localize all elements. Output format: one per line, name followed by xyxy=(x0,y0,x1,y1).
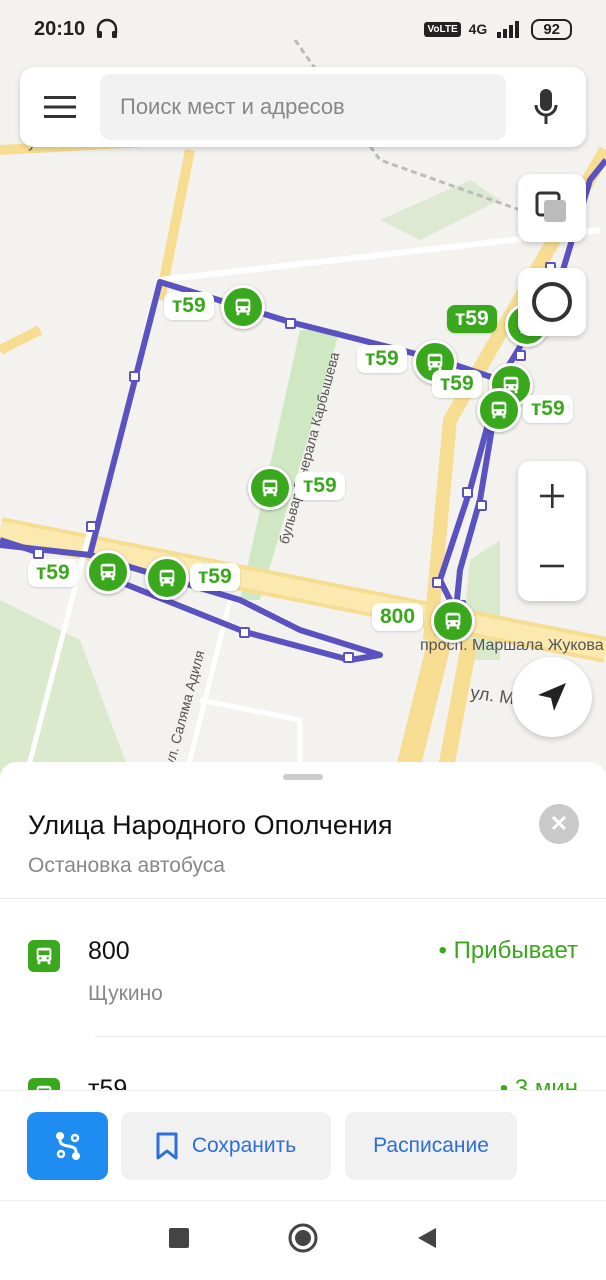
save-button[interactable]: Сохранить xyxy=(121,1112,331,1180)
home-button[interactable] xyxy=(287,1222,319,1259)
alice-button[interactable] xyxy=(518,268,586,336)
stop-dot[interactable] xyxy=(239,627,250,638)
bus-icon xyxy=(235,298,251,316)
stop-dot[interactable] xyxy=(129,371,140,382)
route-label[interactable]: 800 xyxy=(372,603,424,631)
arrival-row[interactable]: 800 Щукино • Прибывает xyxy=(0,932,606,1052)
zoom-in-button[interactable] xyxy=(518,461,586,531)
bus-marker[interactable] xyxy=(431,599,475,643)
home-circle-icon xyxy=(288,1223,318,1253)
layers-icon xyxy=(535,191,566,222)
my-location-button[interactable] xyxy=(512,657,592,737)
stop-title: Улица Народного Ополчения xyxy=(28,810,393,840)
stop-dot[interactable] xyxy=(343,652,354,663)
bus-icon xyxy=(491,401,507,419)
bus-marker[interactable] xyxy=(145,556,189,600)
status-bar: 20:10 VoLTE 4G 92 xyxy=(0,0,606,58)
recents-button[interactable] xyxy=(168,1227,190,1254)
zoom-out-button[interactable] xyxy=(518,531,586,601)
stop-subtitle: Остановка автобуса xyxy=(28,854,225,877)
back-triangle-icon xyxy=(417,1228,436,1248)
bus-marker[interactable] xyxy=(86,550,130,594)
route-destination: Щукино xyxy=(88,982,163,1005)
plus-icon xyxy=(540,484,564,508)
close-icon: ✕ xyxy=(549,811,569,836)
microphone-icon xyxy=(534,89,558,124)
stop-dot[interactable] xyxy=(33,548,44,559)
signal-icon xyxy=(497,21,520,38)
divider xyxy=(95,1036,606,1037)
bus-marker[interactable] xyxy=(477,388,521,432)
minus-icon xyxy=(540,564,564,568)
search-input[interactable]: Поиск мест и адресов xyxy=(100,74,506,140)
bus-marker[interactable] xyxy=(248,466,292,510)
route-label[interactable]: т59 xyxy=(357,345,407,373)
stop-dot[interactable] xyxy=(462,487,473,498)
route-icon xyxy=(55,1132,80,1160)
voice-search-button[interactable] xyxy=(506,89,586,125)
stop-dot[interactable] xyxy=(476,500,487,511)
headphones-icon xyxy=(96,18,118,38)
arrival-eta: • Прибывает xyxy=(438,937,578,964)
stop-dot[interactable] xyxy=(285,318,296,329)
bus-icon xyxy=(28,940,60,972)
square-icon xyxy=(169,1228,190,1248)
divider xyxy=(0,898,606,899)
layers-button[interactable] xyxy=(518,174,586,242)
bookmark-icon xyxy=(156,1132,178,1160)
route-label[interactable]: т59 xyxy=(432,370,482,398)
schedule-button[interactable]: Расписание xyxy=(345,1112,517,1180)
zoom-controls xyxy=(518,461,586,601)
search-bar: Поиск мест и адресов xyxy=(20,67,586,147)
schedule-label: Расписание xyxy=(373,1134,489,1157)
stop-dot[interactable] xyxy=(432,577,443,588)
save-label: Сохранить xyxy=(191,1134,297,1157)
battery-indicator: 92 xyxy=(531,18,572,40)
system-nav-bar xyxy=(0,1200,606,1280)
close-button[interactable]: ✕ xyxy=(539,804,579,844)
route-label[interactable]: т59 xyxy=(295,472,345,500)
bus-icon xyxy=(100,563,116,581)
route-label[interactable]: т59 xyxy=(523,395,573,423)
navigation-arrow-icon xyxy=(538,683,566,711)
route-label[interactable]: т59 xyxy=(447,305,497,333)
sheet-grabber[interactable] xyxy=(283,774,323,780)
network-type: 4G xyxy=(468,21,488,37)
volte-icon: VoLTE xyxy=(424,21,461,37)
back-button[interactable] xyxy=(416,1226,438,1255)
status-time: 20:10 xyxy=(34,17,86,40)
route-label[interactable]: т59 xyxy=(190,563,240,591)
hamburger-icon xyxy=(44,96,76,118)
stop-dot[interactable] xyxy=(86,521,97,532)
bus-icon xyxy=(445,612,461,630)
bus-icon xyxy=(159,569,175,587)
stop-dot[interactable] xyxy=(515,350,526,361)
action-bar: Сохранить Расписание xyxy=(0,1090,606,1200)
route-button[interactable] xyxy=(27,1112,108,1180)
bus-marker[interactable] xyxy=(221,285,265,329)
route-label[interactable]: т59 xyxy=(164,292,214,320)
menu-button[interactable] xyxy=(20,95,100,119)
route-label[interactable]: т59 xyxy=(28,559,78,587)
route-number: 800 xyxy=(88,937,130,965)
bus-icon xyxy=(262,479,278,497)
alice-icon xyxy=(532,282,572,322)
